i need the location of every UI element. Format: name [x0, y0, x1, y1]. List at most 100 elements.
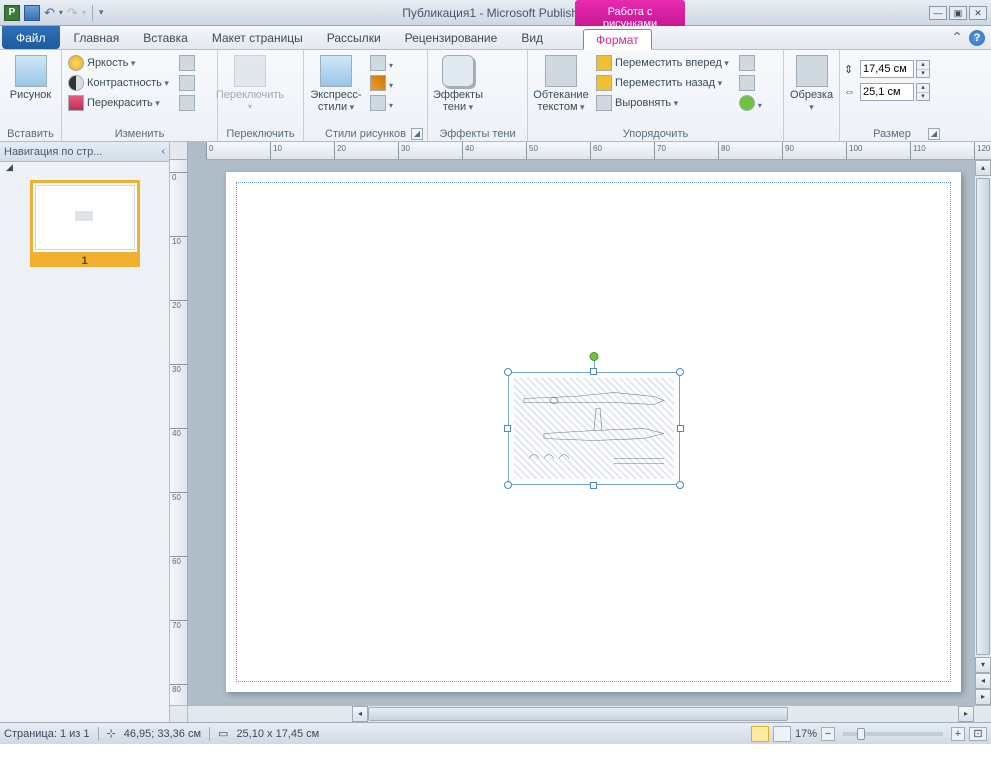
- handle-s[interactable]: [590, 482, 597, 489]
- bring-forward-button[interactable]: Переместить вперед: [594, 53, 731, 73]
- group-switch: Переключить▾ Переключить: [218, 50, 304, 141]
- hscroll-thumb[interactable]: [368, 707, 788, 721]
- width-field[interactable]: ⇔ ▴▾: [844, 82, 930, 102]
- file-tab[interactable]: Файл: [2, 26, 60, 49]
- contrast-button[interactable]: Контрастность: [66, 73, 171, 93]
- zoom-in-button[interactable]: +: [951, 727, 965, 741]
- maximize-button[interactable]: ▣: [949, 6, 967, 20]
- ungroup-button[interactable]: [737, 73, 769, 93]
- tab-format[interactable]: Формат: [583, 29, 652, 50]
- nav-collapse-icon[interactable]: ‹: [162, 146, 165, 157]
- thumbnail-preview: [35, 185, 135, 250]
- qat-separator: [92, 5, 93, 21]
- width-spinner[interactable]: ▴▾: [916, 83, 930, 101]
- ribbon-minimize-icon[interactable]: ⌃: [951, 29, 963, 46]
- selected-image[interactable]: [508, 372, 680, 485]
- group-button[interactable]: [737, 53, 769, 73]
- scroll-up-button[interactable]: ▴: [975, 160, 991, 176]
- page-thumbnail[interactable]: [30, 180, 140, 255]
- vertical-ruler: 0 10 20 30 40 50 60 70 80: [170, 160, 188, 705]
- zoom-slider[interactable]: [843, 732, 943, 736]
- width-input[interactable]: [860, 83, 914, 101]
- border-color-button[interactable]: [368, 73, 400, 93]
- tab-review[interactable]: Рецензирование: [393, 26, 510, 49]
- compress-icon: [179, 55, 195, 71]
- align-button[interactable]: Выровнять: [594, 93, 731, 113]
- reset-button[interactable]: [177, 93, 197, 113]
- nudge-left-icon[interactable]: [486, 76, 504, 94]
- handle-ne[interactable]: [676, 368, 684, 376]
- shadow-effects-button[interactable]: Эффектытени: [432, 53, 484, 115]
- page[interactable]: [226, 172, 961, 692]
- undo-dropdown[interactable]: ▾: [59, 8, 63, 17]
- prev-page-button[interactable]: ◂: [975, 673, 991, 689]
- single-page-view-button[interactable]: [751, 726, 769, 742]
- express-styles-button[interactable]: Экспресс-стили: [308, 53, 364, 115]
- change-button[interactable]: [177, 73, 197, 93]
- tab-view[interactable]: Вид: [509, 26, 555, 49]
- redo-dropdown: ▾: [82, 8, 86, 17]
- shape-button[interactable]: [368, 93, 400, 113]
- group-size: ⇕ ▴▾ ⇔ ▴▾ Размер◢: [840, 50, 944, 141]
- rotation-handle[interactable]: [590, 352, 599, 361]
- shape-icon: [370, 95, 386, 111]
- quick-access-toolbar: P ↶▾ ↷▾ ▾: [0, 5, 103, 21]
- tab-home[interactable]: Главная: [62, 26, 132, 49]
- qat-customize-icon[interactable]: ▾: [99, 7, 104, 18]
- scroll-left-button[interactable]: ◂: [352, 706, 368, 722]
- tab-page-layout[interactable]: Макет страницы: [200, 26, 315, 49]
- text-wrap-button[interactable]: Обтеканиетекстом: [532, 53, 590, 115]
- next-page-button[interactable]: ▸: [975, 689, 991, 705]
- app-icon[interactable]: P: [4, 5, 20, 21]
- vscroll-thumb[interactable]: [976, 178, 990, 655]
- brightness-button[interactable]: Яркость: [66, 53, 171, 73]
- handle-sw[interactable]: [504, 481, 512, 489]
- insert-picture-button[interactable]: Рисунок: [4, 53, 57, 103]
- page-number-label: 1: [30, 255, 140, 267]
- compress-button[interactable]: [177, 53, 197, 73]
- change-icon: [179, 75, 195, 91]
- canvas[interactable]: ▴ ▾ ◂ ▸: [188, 160, 991, 705]
- scroll-down-button[interactable]: ▾: [975, 657, 991, 673]
- height-input[interactable]: [860, 60, 914, 78]
- ribbon: Рисунок Вставить Яркость Контрастность П…: [0, 50, 991, 142]
- tab-mailings[interactable]: Рассылки: [315, 26, 393, 49]
- picture-icon: [15, 55, 47, 87]
- crop-button[interactable]: Обрезка: [788, 53, 835, 115]
- save-icon[interactable]: [24, 5, 40, 21]
- handle-n[interactable]: [590, 368, 597, 375]
- page-indicator[interactable]: Страница: 1 из 1: [4, 728, 90, 740]
- close-button[interactable]: ✕: [969, 6, 987, 20]
- size-dialog-launcher[interactable]: ◢: [928, 128, 940, 140]
- handle-e[interactable]: [677, 425, 684, 432]
- zoom-out-button[interactable]: −: [821, 727, 835, 741]
- zoom-thumb[interactable]: [857, 728, 865, 740]
- position-indicator: 46,95; 33,36 см: [124, 728, 201, 740]
- recolor-button[interactable]: Перекрасить: [66, 93, 171, 113]
- ruler-corner: [170, 142, 188, 160]
- styles-dialog-launcher[interactable]: ◢: [411, 128, 423, 140]
- tab-insert[interactable]: Вставка: [131, 26, 200, 49]
- undo-icon[interactable]: ↶: [44, 5, 55, 21]
- fit-page-button[interactable]: ⊡: [969, 727, 987, 741]
- height-field[interactable]: ⇕ ▴▾: [844, 59, 930, 79]
- crop-icon: [796, 55, 828, 87]
- border-button[interactable]: [368, 53, 400, 73]
- minimize-button[interactable]: —: [929, 6, 947, 20]
- send-backward-button[interactable]: Переместить назад: [594, 73, 731, 93]
- nudge-right-icon[interactable]: [505, 76, 523, 94]
- handle-w[interactable]: [504, 425, 511, 432]
- image-content: [514, 378, 674, 479]
- help-icon[interactable]: ?: [969, 30, 985, 46]
- dimensions-icon: ▭: [218, 727, 228, 740]
- rotate-button[interactable]: [737, 93, 769, 113]
- two-page-view-button[interactable]: [773, 726, 791, 742]
- zoom-level[interactable]: 17%: [795, 728, 817, 740]
- height-spinner[interactable]: ▴▾: [916, 60, 930, 78]
- window-controls: — ▣ ✕: [929, 6, 987, 20]
- position-icon: ⊹: [107, 727, 116, 740]
- handle-nw[interactable]: [504, 368, 512, 376]
- handle-se[interactable]: [676, 481, 684, 489]
- vertical-scrollbar[interactable]: ▴ ▾ ◂ ▸: [974, 160, 991, 705]
- scroll-right-button[interactable]: ▸: [958, 706, 974, 722]
